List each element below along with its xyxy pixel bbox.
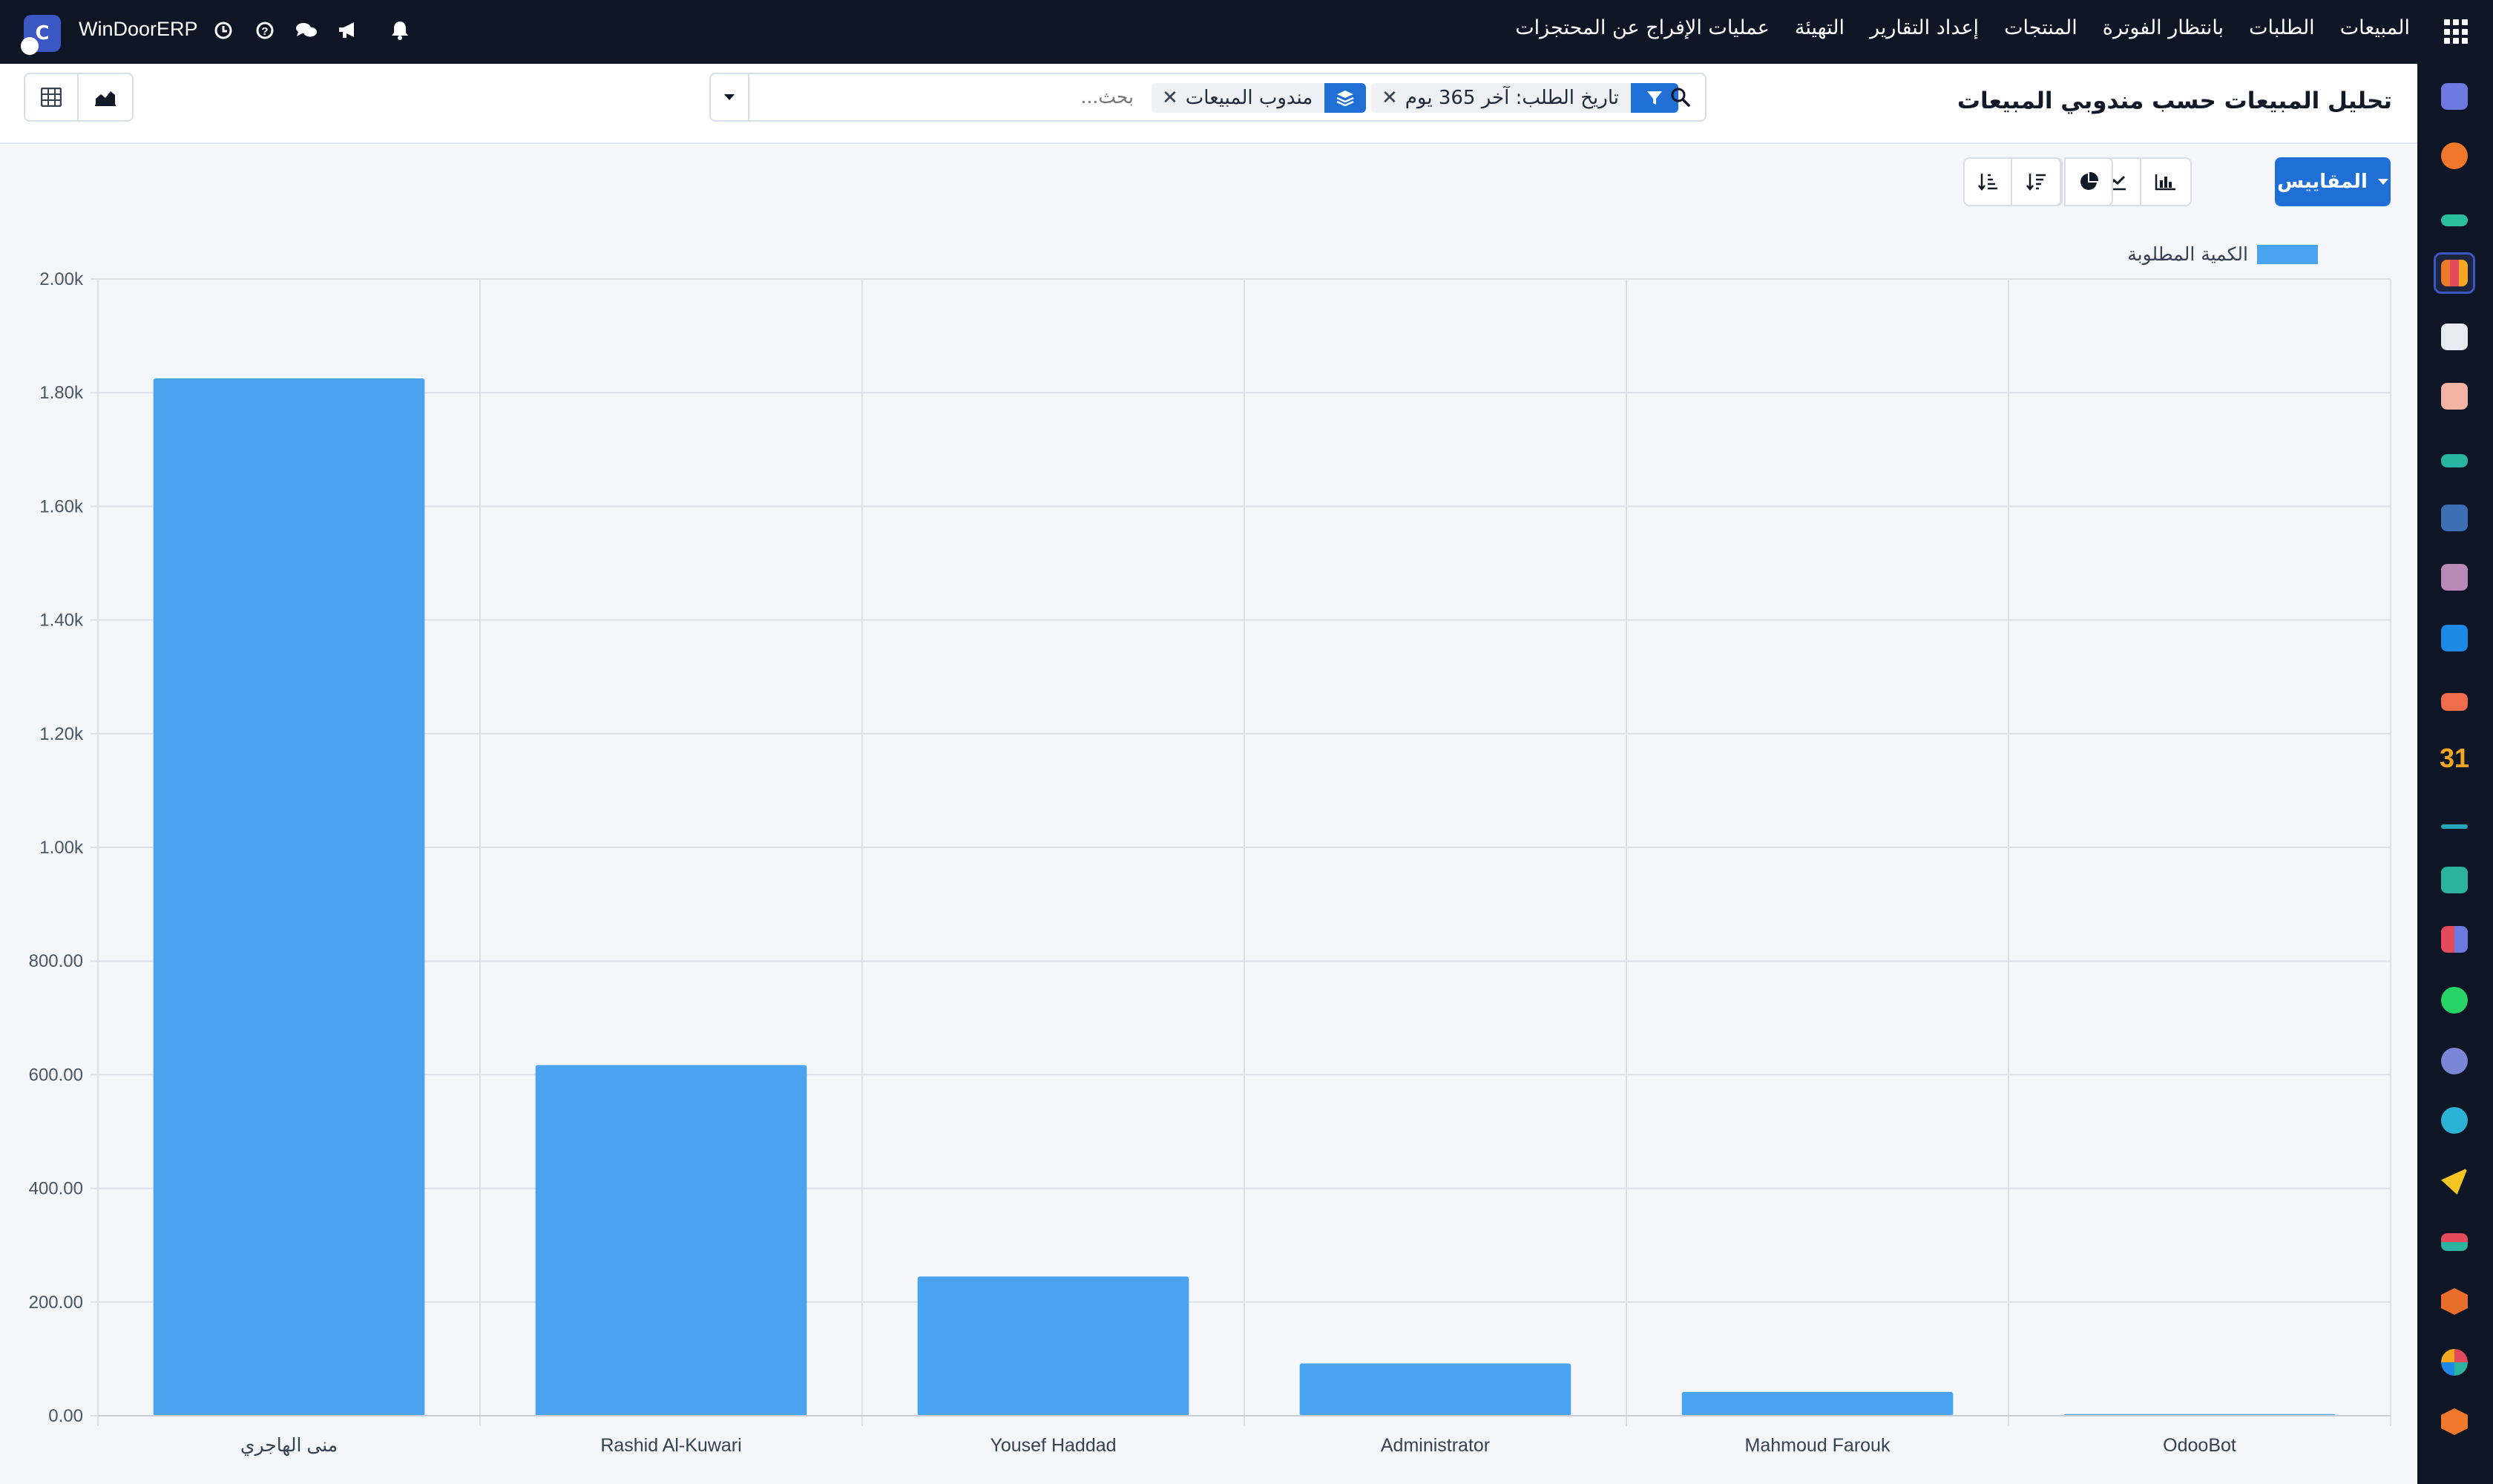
- chat-icon[interactable]: [294, 18, 319, 43]
- app-calendar-icon[interactable]: 31: [2434, 738, 2475, 779]
- table-icon: [41, 88, 62, 107]
- y-tick-label: 0.00: [48, 1406, 83, 1426]
- search-bar: مندوب المبيعات ✕ تاريخ الطلب: آخر 365 يو…: [709, 73, 1707, 122]
- groupby-facet-label: مندوب المبيعات: [1185, 87, 1313, 109]
- pie-group: [2064, 157, 2113, 206]
- filter-facet: تاريخ الطلب: آخر 365 يوم ✕: [1371, 83, 1679, 113]
- bell-icon[interactable]: [387, 18, 413, 43]
- menu-item-reservation-release[interactable]: عمليات الإفراج عن المحتجزات: [1515, 16, 1770, 39]
- control-panel: تحليل المبيعات حسب مندوبي المبيعات مندوب…: [0, 64, 2417, 144]
- app-crm-icon[interactable]: [2434, 196, 2475, 237]
- x-tick-label: منى الهاجري: [240, 1435, 338, 1457]
- main-menu: المبيعات الطلبات بانتظار الفوترة المنتجا…: [1515, 16, 2410, 39]
- app-sign-icon[interactable]: [2434, 798, 2475, 840]
- help-icon[interactable]: ?: [252, 18, 277, 43]
- bar: [1299, 1363, 1571, 1416]
- area-chart-icon: [95, 91, 116, 106]
- app-project-icon[interactable]: [2434, 436, 2475, 478]
- page-title: تحليل المبيعات حسب مندوبي المبيعات: [1957, 88, 2392, 114]
- bar-chart-button[interactable]: [2141, 157, 2192, 206]
- bar: [1681, 1391, 1954, 1416]
- apps-menu-icon[interactable]: [2444, 19, 2469, 45]
- menu-item-configuration[interactable]: التهيئة: [1795, 16, 1845, 39]
- x-tick-label: Mahmoud Farouk: [1745, 1435, 1891, 1456]
- app-inventory-icon[interactable]: [2434, 316, 2475, 358]
- y-tick-label: 1.20k: [39, 724, 84, 744]
- pie-chart-button[interactable]: [2064, 157, 2113, 206]
- search-input[interactable]: [1045, 86, 1134, 108]
- app-apps-icon[interactable]: [2434, 1281, 2475, 1322]
- activity-clock-icon[interactable]: [211, 18, 236, 43]
- y-tick-label: 200.00: [29, 1293, 83, 1313]
- y-tick-label: 2.00k: [39, 269, 84, 289]
- sort-ascending-icon: [1978, 174, 1997, 191]
- menu-item-reporting[interactable]: إعداد التقارير: [1870, 16, 1979, 39]
- app-timesheet-icon[interactable]: [2434, 1040, 2475, 1082]
- app-documents-icon[interactable]: [2434, 375, 2475, 417]
- y-tick-label: 1.80k: [39, 383, 84, 403]
- company-name[interactable]: WinDoorERP: [79, 18, 198, 41]
- sort-descending-icon: [2026, 174, 2046, 191]
- app-knowledge-icon[interactable]: [2434, 497, 2475, 539]
- y-tick-label: 800.00: [29, 951, 83, 971]
- search-options-toggle[interactable]: [711, 74, 749, 120]
- y-tick-label: 1.60k: [39, 496, 84, 516]
- company-logo[interactable]: C: [21, 15, 61, 55]
- groupby-facet: مندوب المبيعات ✕: [1152, 83, 1367, 113]
- search-icon[interactable]: [1668, 85, 1693, 110]
- menu-item-orders[interactable]: الطلبات: [2249, 16, 2315, 39]
- remove-groupby-facet-button[interactable]: ✕: [1152, 87, 1178, 109]
- app-studio-icon[interactable]: [2434, 1401, 2475, 1442]
- x-tick-label: Rashid Al-Kuwari: [600, 1435, 741, 1456]
- measures-label: المقاييس: [2277, 171, 2368, 193]
- top-navbar: C WinDoorERP ? المبيعات الطلبات بانتظار …: [0, 0, 2493, 64]
- app-employees-icon[interactable]: [2434, 678, 2475, 720]
- x-tick-label: Administrator: [1381, 1435, 1490, 1456]
- app-dashboards-icon[interactable]: [2434, 919, 2475, 960]
- caret-down-icon: [724, 94, 735, 100]
- menu-item-products[interactable]: المنتجات: [2004, 16, 2078, 39]
- pie-chart-icon: [2080, 172, 2098, 190]
- systray: ?: [211, 18, 413, 43]
- app-purchase-icon[interactable]: [2434, 556, 2475, 598]
- pivot-view-button[interactable]: [24, 73, 79, 122]
- layers-icon: [1324, 83, 1367, 113]
- y-tick-label: 1.40k: [39, 611, 84, 631]
- app-website-icon[interactable]: [2434, 1100, 2475, 1141]
- bar-chart: 0.00 200.00 400.00 600.00 800.00 1.00k 1.20k 1.…: [29, 269, 2391, 1457]
- x-tick-label: Yousef Haddad: [990, 1435, 1116, 1456]
- app-discuss-icon[interactable]: [2434, 135, 2475, 177]
- app-sales-icon[interactable]: [2434, 252, 2475, 294]
- y-tick-label: 400.00: [29, 1179, 83, 1199]
- megaphone-icon[interactable]: [335, 18, 361, 43]
- filter-facet-label: تاريخ الطلب: آخر 365 يوم: [1405, 87, 1620, 109]
- app-helpdesk-icon[interactable]: [2434, 1342, 2475, 1383]
- bar: [153, 378, 425, 1416]
- y-tick-label: 1.00k: [39, 838, 84, 858]
- x-tick-label: OdooBot: [2163, 1435, 2236, 1456]
- app-contacts-icon[interactable]: [2434, 859, 2475, 901]
- graph-view-button[interactable]: [79, 73, 134, 122]
- view-switcher: [24, 73, 134, 122]
- measures-dropdown-button[interactable]: المقاييس: [2275, 157, 2391, 206]
- bar-chart-icon: [2155, 174, 2175, 191]
- app-email-marketing-icon[interactable]: [2434, 1160, 2475, 1202]
- app-accounting-icon[interactable]: [2434, 1221, 2475, 1263]
- app-invoicing-icon[interactable]: [2434, 617, 2475, 659]
- svg-text:?: ?: [261, 25, 268, 38]
- app-mail-icon[interactable]: [2434, 76, 2475, 117]
- bar: [535, 1065, 807, 1416]
- bar: [917, 1276, 1189, 1416]
- remove-filter-facet-button[interactable]: ✕: [1371, 87, 1398, 109]
- menu-item-to-invoice[interactable]: بانتظار الفوترة: [2103, 16, 2224, 39]
- menu-item-sales[interactable]: المبيعات: [2340, 16, 2410, 39]
- sort-descending-button[interactable]: [2012, 157, 2061, 206]
- app-sidebar: 31: [2417, 64, 2493, 1484]
- sort-group: [1963, 157, 2061, 206]
- app-whatsapp-icon[interactable]: [2434, 979, 2475, 1021]
- y-tick-label: 600.00: [29, 1065, 83, 1085]
- graph-view: الكمية المطلوبة 0.00 200.00 400.00 600.00 80…: [0, 223, 2417, 1484]
- caret-down-icon: [2377, 179, 2388, 185]
- sort-ascending-button[interactable]: [1963, 157, 2012, 206]
